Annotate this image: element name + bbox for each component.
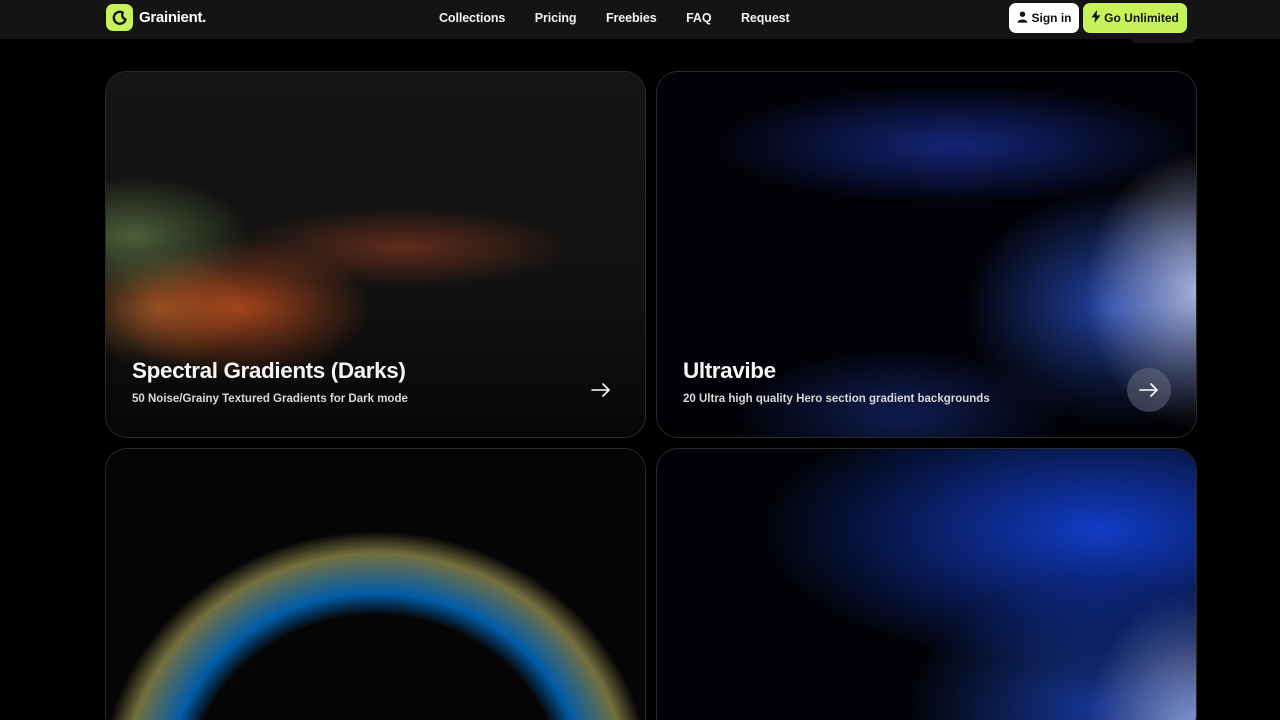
arrow-right-icon[interactable] xyxy=(1127,368,1171,412)
nav-link-collections[interactable]: Collections xyxy=(439,11,505,25)
nav-link-pricing[interactable]: Pricing xyxy=(535,11,577,25)
collection-card-3[interactable] xyxy=(105,448,646,720)
main-nav: Collections Pricing Freebies FAQ Request xyxy=(439,0,819,36)
top-navbar: Grainient. Collections Pricing Freebies … xyxy=(0,0,1280,39)
gradient-preview xyxy=(106,449,645,720)
collection-card-spectral-gradients[interactable]: Spectral Gradients (Darks) 50 Noise/Grai… xyxy=(105,71,646,438)
user-icon xyxy=(1017,11,1028,26)
collection-card-4[interactable] xyxy=(656,448,1197,720)
collection-card-ultravibe[interactable]: Ultravibe 20 Ultra high quality Hero sec… xyxy=(656,71,1197,438)
brand-name: Grainient. xyxy=(139,9,207,26)
go-unlimited-button[interactable]: Go Unlimited xyxy=(1083,3,1187,33)
brand-logo-link[interactable]: Grainient. xyxy=(106,4,206,31)
nav-link-request[interactable]: Request xyxy=(741,11,790,25)
go-unlimited-label: Go Unlimited xyxy=(1104,11,1179,25)
gradient-preview xyxy=(657,449,1196,720)
nav-link-faq[interactable]: FAQ xyxy=(686,11,712,25)
lightning-icon xyxy=(1091,10,1101,26)
arrow-right-icon[interactable] xyxy=(579,368,623,412)
moon-icon xyxy=(106,4,133,31)
sign-in-label: Sign in xyxy=(1031,11,1072,25)
card-title: Spectral Gradients (Darks) xyxy=(132,358,406,383)
card-subtitle: 20 Ultra high quality Hero section gradi… xyxy=(683,393,990,405)
card-title: Ultravibe xyxy=(683,358,776,383)
sign-in-button[interactable]: Sign in xyxy=(1009,3,1079,33)
nav-link-freebies[interactable]: Freebies xyxy=(606,11,657,25)
card-subtitle: 50 Noise/Grainy Textured Gradients for D… xyxy=(132,393,408,405)
